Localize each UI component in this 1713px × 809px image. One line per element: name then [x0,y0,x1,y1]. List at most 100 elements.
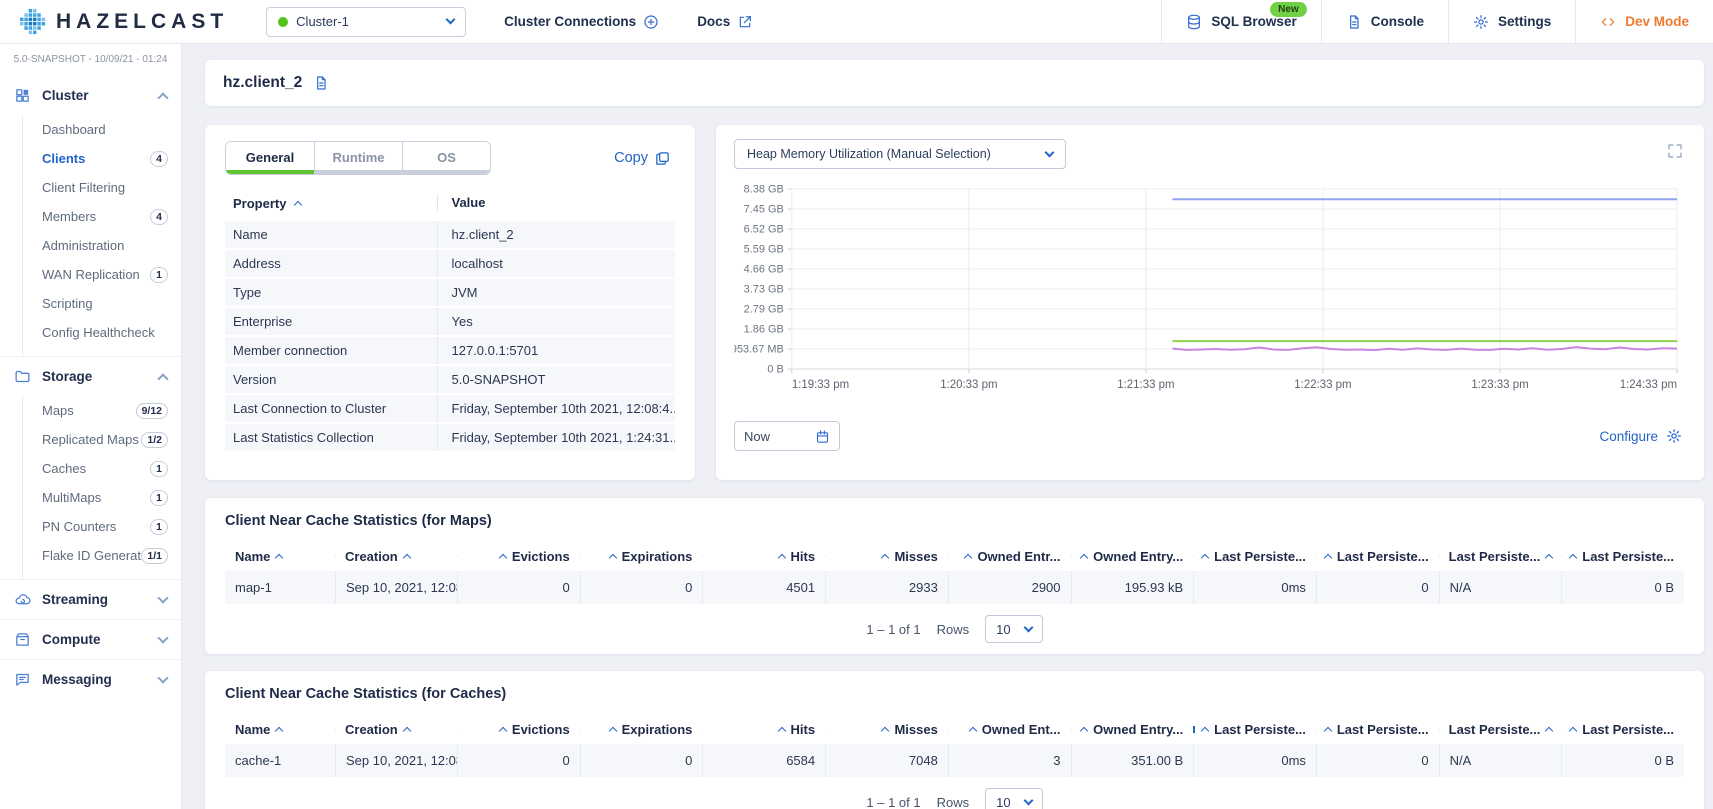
column-header-last-persiste-10[interactable]: Last Persiste... [1439,549,1562,564]
column-header-name-0[interactable]: Name [225,549,335,564]
count-badge: 1 [150,461,168,477]
sidebar-section-label: Compute [42,632,148,647]
sidebar-item-caches[interactable]: Caches1 [23,454,181,483]
property-column-header[interactable]: Property [225,196,437,211]
column-header-last-persiste-11[interactable]: Last Persiste... [1561,549,1684,564]
column-header-name-0[interactable]: Name [225,722,335,737]
column-divider [702,556,703,557]
sidebar-section-cluster[interactable]: Cluster [0,76,181,115]
docs-link[interactable]: Docs [697,0,753,43]
column-header-evictions-2[interactable]: Evictions [457,722,580,737]
sidebar-section-compute[interactable]: Compute [0,620,181,659]
sidebar-item-members[interactable]: Members4 [23,202,181,231]
table-cell: 0 [580,744,703,777]
tab-runtime[interactable]: Runtime [314,142,402,174]
column-header-last-persiste-9[interactable]: Last Persiste... [1316,722,1439,737]
sidebar-section-label: Messaging [42,672,148,687]
column-header-expirations-3[interactable]: Expirations [580,722,703,737]
table-cell: 3 [948,744,1071,777]
sort-caret-icon [275,726,283,734]
sort-caret-icon [881,726,889,734]
sidebar-item-wan-replication[interactable]: WAN Replication1 [23,260,181,289]
sort-caret-icon [1201,726,1209,734]
sidebar-item-maps[interactable]: Maps9/12 [23,396,181,425]
column-header-last-persiste-10[interactable]: Last Persiste... [1439,722,1562,737]
column-header-evictions-2[interactable]: Evictions [457,549,580,564]
column-label: Expirations [622,722,693,737]
copy-button[interactable]: Copy [614,150,671,167]
column-divider [580,556,581,557]
column-header-hits-4[interactable]: Hits [702,722,825,737]
column-header-creation-1[interactable]: Creation [335,722,457,737]
sidebar-item-replicated-maps[interactable]: Replicated Maps1/2 [23,425,181,454]
column-header-hits-4[interactable]: Hits [702,549,825,564]
settings-button[interactable]: Settings [1448,0,1575,43]
client-details-panel: GeneralRuntimeOS Copy Property Value Nam… [205,125,695,480]
property-key: Type [225,279,437,306]
configure-button[interactable]: Configure [1599,428,1682,444]
property-value: Friday, September 10th 2021, 12:08:4... [437,395,676,422]
sidebar-section-streaming[interactable]: Streaming [0,580,181,619]
plus-circle-icon [643,14,659,30]
table-cell: 0 B [1561,571,1684,604]
sort-caret-icon [1080,726,1088,734]
column-header-owned-ent-6[interactable]: Owned Ent... [948,722,1071,737]
property-row: Addresslocalhost [225,250,675,279]
property-value: Yes [437,308,676,335]
column-header-creation-1[interactable]: Creation [335,549,457,564]
chevron-up-icon [157,92,168,103]
cluster-select[interactable]: Cluster-1 [266,7,466,37]
column-header-last-persiste-8[interactable]: Last Persiste... [1193,722,1316,737]
column-header-owned-entry-7[interactable]: Owned Entry... [1071,722,1194,737]
sidebar-item-clients[interactable]: Clients4 [23,144,181,173]
table-cell: 0 B [1561,744,1684,777]
hazelcast-logo[interactable]: HAZELCAST [0,0,242,43]
expand-icon[interactable] [1666,142,1684,160]
column-header-misses-5[interactable]: Misses [825,722,948,737]
count-badge: 9/12 [136,403,168,419]
page-size-select[interactable]: 10 [985,788,1042,809]
sort-caret-icon [402,726,410,734]
sidebar-item-label: Client Filtering [42,180,168,195]
page-size-select[interactable]: 10 [985,615,1042,643]
property-key: Name [225,221,437,248]
sidebar-item-administration[interactable]: Administration [23,231,181,260]
tab-os[interactable]: OS [402,142,490,174]
sidebar-item-config-healthcheck[interactable]: Config Healthcheck [23,318,181,347]
sidebar-section-storage[interactable]: Storage [0,357,181,396]
sidebar-item-client-filtering[interactable]: Client Filtering [23,173,181,202]
svg-text:7.45 GB: 7.45 GB [744,203,784,215]
new-badge: New [1270,2,1307,17]
time-range-input[interactable]: Now [734,421,840,451]
column-header-last-persiste-11[interactable]: Last Persiste... [1561,722,1684,737]
count-badge: 1 [150,490,168,506]
dev-mode-button[interactable]: Dev Mode [1575,0,1713,43]
sort-caret-icon [1080,553,1088,561]
copy-document-icon[interactable] [313,75,329,91]
sidebar-item-scripting[interactable]: Scripting [23,289,181,318]
column-header-expirations-3[interactable]: Expirations [580,549,703,564]
tab-general[interactable]: General [226,142,314,174]
svg-text:1.86 GB: 1.86 GB [744,323,784,335]
sidebar-item-label: PN Counters [42,519,150,534]
sidebar-section-messaging[interactable]: Messaging [0,660,181,699]
gear-icon [1666,428,1682,444]
sidebar-item-flake-id-generators[interactable]: Flake ID Generators1/1 [23,541,181,570]
column-header-owned-entr-6[interactable]: Owned Entr... [948,549,1071,564]
column-header-last-persiste-9[interactable]: Last Persiste... [1316,549,1439,564]
table-row[interactable]: map-1Sep 10, 2021, 12:08:460045012933290… [225,571,1684,604]
sidebar-item-pn-counters[interactable]: PN Counters1 [23,512,181,541]
series-line-purple [1172,347,1677,350]
sidebar-section-label: Streaming [42,592,148,607]
console-button[interactable]: Console [1321,0,1448,43]
external-link-icon [737,14,753,30]
column-header-owned-entry-7[interactable]: Owned Entry... [1071,549,1194,564]
metric-select[interactable]: Heap Memory Utilization (Manual Selectio… [734,139,1066,169]
sidebar-item-multimaps[interactable]: MultiMaps1 [23,483,181,512]
cluster-connections-link[interactable]: Cluster Connections [504,0,659,43]
sql-browser-button[interactable]: New SQL Browser [1161,0,1320,43]
column-header-last-persiste-8[interactable]: Last Persiste... [1193,549,1316,564]
sidebar-item-dashboard[interactable]: Dashboard [23,115,181,144]
column-header-misses-5[interactable]: Misses [825,549,948,564]
table-row[interactable]: cache-1Sep 10, 2021, 12:08:4600658470483… [225,744,1684,777]
